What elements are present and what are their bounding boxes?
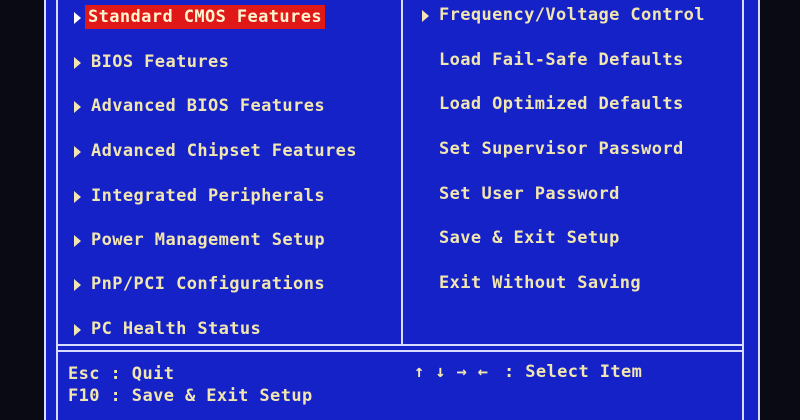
submenu-arrow-icon xyxy=(74,101,81,113)
column-divider xyxy=(401,0,403,345)
footer-divider-top xyxy=(56,344,744,346)
submenu-arrow-icon xyxy=(74,235,81,247)
menu-item-label: Save & Exit Setup xyxy=(439,228,620,248)
menu-item-label: PnP/PCI Configurations xyxy=(91,274,325,294)
esc-quit-hint: Esc : Quit xyxy=(68,364,175,384)
submenu-arrow-icon xyxy=(74,279,81,291)
arrow-keys-icon: ↑ ↓ → ← xyxy=(414,362,489,382)
menu-item-label: Standard CMOS Features xyxy=(85,5,325,29)
submenu-arrow-icon xyxy=(422,10,429,22)
menu-item-label: Load Optimized Defaults xyxy=(439,94,684,114)
footer-divider-bottom xyxy=(56,350,744,352)
submenu-arrow-icon xyxy=(74,57,81,69)
submenu-arrow-icon xyxy=(74,324,81,336)
right-border xyxy=(742,0,744,420)
submenu-arrow-icon xyxy=(74,146,81,158)
menu-item-label: Set Supervisor Password xyxy=(439,139,684,159)
menu-item-label: Advanced BIOS Features xyxy=(91,96,325,116)
bios-screen: Standard CMOS Features BIOS Features Adv… xyxy=(0,0,800,420)
menu-item-label: Frequency/Voltage Control xyxy=(439,5,705,25)
f10-save-exit-hint: F10 : Save & Exit Setup xyxy=(68,386,313,406)
menu-item-label: Exit Without Saving xyxy=(439,273,642,293)
menu-item-label: Advanced Chipset Features xyxy=(91,141,357,161)
menu-item-label: BIOS Features xyxy=(91,52,230,72)
menu-item-label: Integrated Peripherals xyxy=(91,186,325,206)
menu-item-label: PC Health Status xyxy=(91,319,262,339)
menu-item-label: Power Management Setup xyxy=(91,230,325,250)
menu-item-label: Load Fail-Safe Defaults xyxy=(439,50,684,70)
select-item-hint: : Select Item xyxy=(504,362,643,382)
submenu-arrow-icon xyxy=(74,191,81,203)
left-border xyxy=(56,0,58,420)
submenu-arrow-icon xyxy=(74,12,81,24)
menu-item-label: Set User Password xyxy=(439,184,620,204)
